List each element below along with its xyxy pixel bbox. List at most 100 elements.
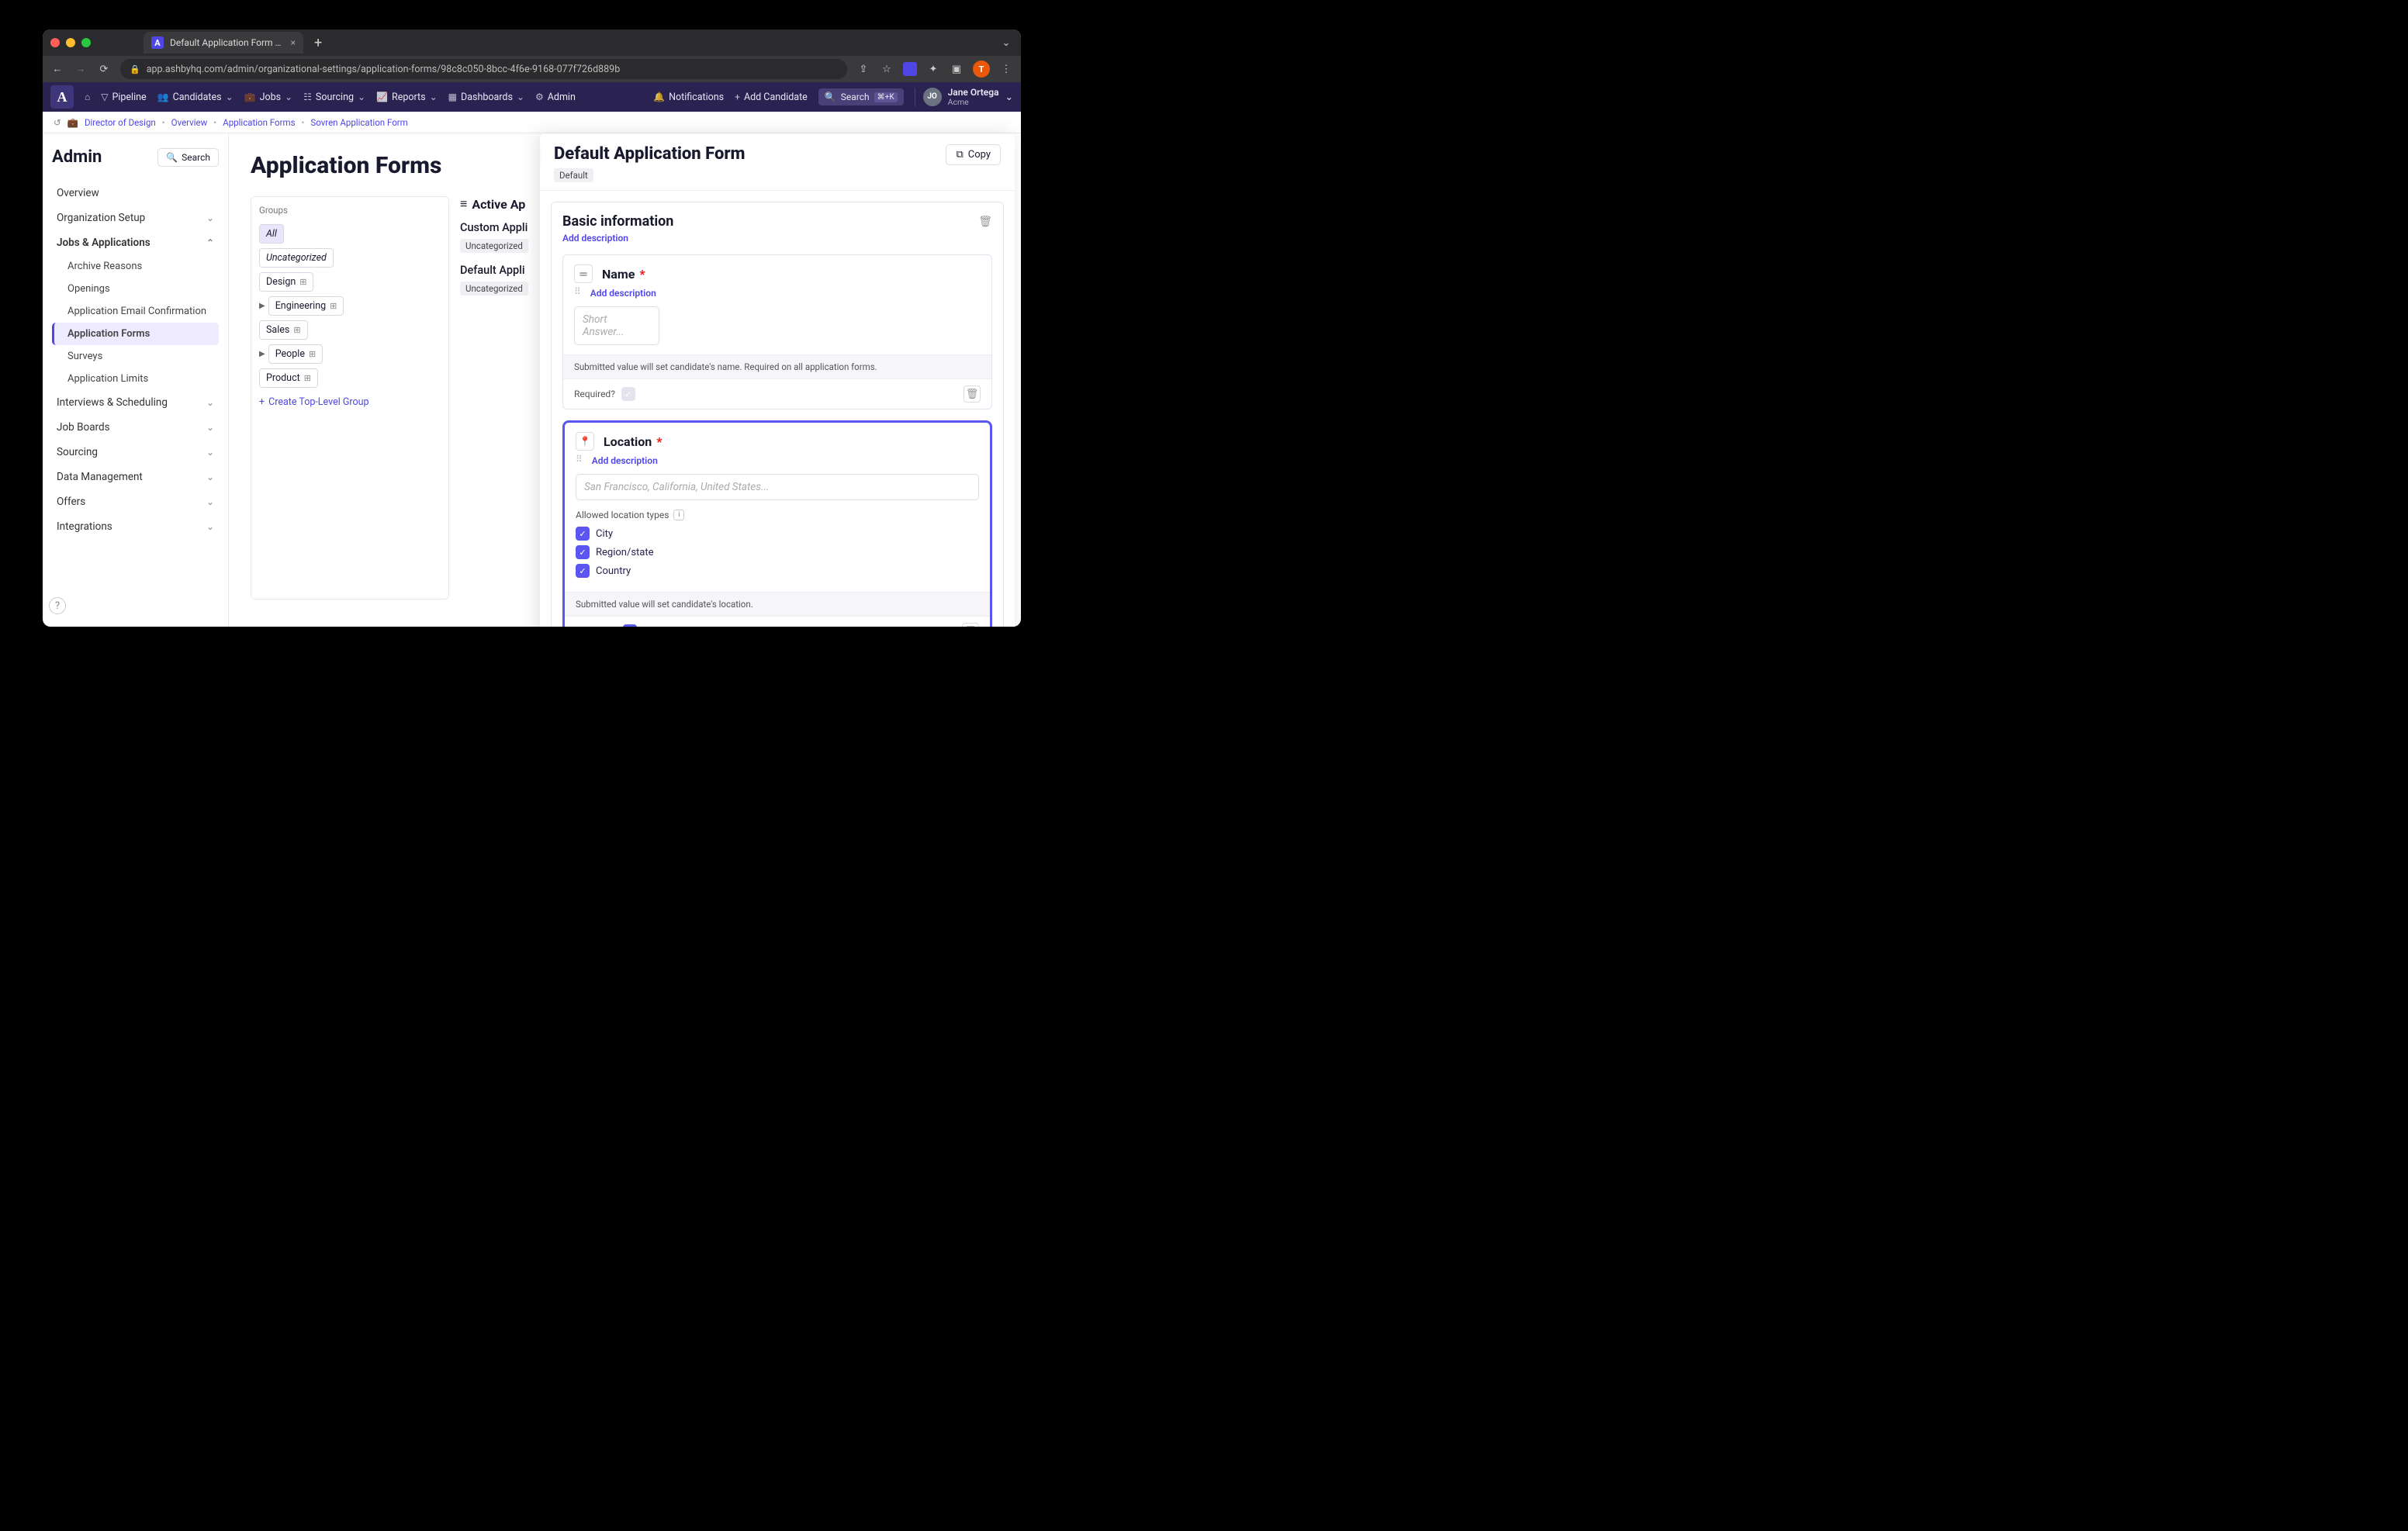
search-kbd: ⌘+K [874, 92, 898, 102]
nav-candidates[interactable]: 👥Candidates⌄ [157, 92, 234, 103]
window-close[interactable] [50, 38, 60, 47]
chevron-down-icon: ⌄ [206, 521, 214, 532]
add-description-link[interactable]: Add description [562, 233, 992, 244]
required-label: Required? [576, 626, 617, 627]
form-row[interactable]: Default Appli Uncategorized [460, 264, 545, 295]
copy-icon: ⧉ [956, 149, 963, 161]
nav-reports[interactable]: 📈Reports⌄ [376, 92, 438, 103]
add-description-link[interactable]: Add description [592, 455, 658, 466]
sidebar-sub-email-confirm[interactable]: Application Email Confirmation [52, 300, 219, 323]
org-icon: ⊞ [330, 301, 337, 311]
add-description-link[interactable]: Add description [590, 288, 656, 299]
global-search[interactable]: 🔍 Search ⌘+K [818, 88, 904, 105]
sidebar-item-org-setup[interactable]: Organization Setup⌄ [52, 206, 219, 230]
chevron-down-icon: ⌄ [206, 496, 214, 507]
caret-icon[interactable]: ▶ [259, 302, 265, 310]
extension-icon[interactable] [903, 62, 917, 76]
window-zoom[interactable] [81, 38, 91, 47]
group-pill[interactable]: Sales⊞ [259, 320, 308, 340]
nav-jobs[interactable]: 💼Jobs⌄ [244, 92, 293, 103]
name-input[interactable]: Short Answer... [574, 306, 659, 345]
checkbox-country[interactable]: ✓Country [576, 564, 979, 578]
trash-icon[interactable]: 🗑 [978, 216, 992, 228]
back-icon[interactable]: ← [50, 63, 64, 75]
search-icon: 🔍 [166, 152, 178, 163]
drag-handle-icon[interactable]: ⠿ [574, 286, 581, 297]
briefcase-icon: 💼 [67, 117, 78, 128]
delete-field-button[interactable]: 🗑 [962, 623, 979, 627]
info-icon[interactable]: i [673, 510, 684, 520]
chevron-down-icon[interactable]: ⌄ [999, 37, 1013, 49]
form-row[interactable]: Custom Appli Uncategorized [460, 221, 545, 253]
nav-dashboards[interactable]: ▦Dashboards⌄ [448, 92, 524, 103]
group-pill[interactable]: People⊞ [268, 344, 323, 364]
home-icon[interactable]: ⌂ [85, 92, 90, 102]
group-pill[interactable]: Uncategorized [259, 248, 334, 268]
sidebar-sub-app-forms[interactable]: Application Forms [52, 323, 219, 345]
notifications-button[interactable]: 🔔Notifications [653, 92, 724, 103]
sidebar-sub-openings[interactable]: Openings [52, 278, 219, 300]
group-pill[interactable]: Design⊞ [259, 272, 313, 292]
sidebar-search-button[interactable]: 🔍 Search [157, 148, 219, 167]
crumb-link[interactable]: Application Forms [223, 117, 295, 128]
nav-sourcing[interactable]: ☷Sourcing⌄ [303, 92, 365, 103]
share-icon[interactable]: ⇪ [856, 64, 870, 75]
app-logo[interactable]: A [50, 85, 74, 109]
field-hint: Submitted value will set candidate's loc… [565, 592, 990, 616]
user-menu[interactable]: JO Jane Ortega Acme ⌄ [915, 88, 1013, 107]
active-forms-heading: ≡Active Ap [460, 196, 545, 212]
delete-field-button[interactable]: 🗑 [964, 385, 981, 403]
sidebar-item-job-boards[interactable]: Job Boards⌄ [52, 415, 219, 440]
forward-icon[interactable]: → [74, 63, 88, 75]
required-toggle[interactable]: ✓ [621, 387, 635, 401]
more-icon[interactable]: ⋮ [999, 64, 1013, 75]
check-icon: ✓ [576, 545, 590, 559]
field-name: ＝ Name* ⠿ Add description Short Answer..… [562, 254, 992, 410]
group-pill[interactable]: Engineering⊞ [268, 296, 344, 316]
create-group-link[interactable]: +Create Top-Level Group [259, 396, 441, 408]
puzzle-icon[interactable]: ✦ [926, 64, 940, 75]
sidebar-item-overview[interactable]: Overview [52, 181, 219, 206]
sidebar-item-interviews[interactable]: Interviews & Scheduling⌄ [52, 390, 219, 415]
drag-handle-icon[interactable]: ⠿ [576, 454, 583, 465]
section-basic-info: Basic information 🗑 Add description ＝ Na… [551, 202, 1004, 627]
required-toggle[interactable]: ✓ [623, 624, 637, 627]
nav-pipeline[interactable]: ▽Pipeline [101, 92, 146, 103]
crumb-link[interactable]: Director of Design [85, 117, 156, 128]
sidebar-sub-archive[interactable]: Archive Reasons [52, 255, 219, 278]
sidebar-item-offers[interactable]: Offers⌄ [52, 489, 219, 514]
help-button[interactable]: ? [49, 597, 66, 614]
sidebar-item-sourcing[interactable]: Sourcing⌄ [52, 440, 219, 465]
app-nav: A ⌂ ▽Pipeline 👥Candidates⌄ 💼Jobs⌄ ☷Sourc… [43, 82, 1021, 112]
sidebar-item-integrations[interactable]: Integrations⌄ [52, 514, 219, 539]
group-pill[interactable]: Product⊞ [259, 368, 318, 388]
window-minimize[interactable] [66, 38, 75, 47]
chevron-down-icon: ⌄ [206, 397, 214, 408]
sidebar-item-data[interactable]: Data Management⌄ [52, 465, 219, 489]
chevron-down-icon: ⌄ [206, 472, 214, 482]
sidebar-sub-surveys[interactable]: Surveys [52, 345, 219, 368]
caret-icon[interactable]: ▶ [259, 350, 265, 358]
browser-tab[interactable]: A Default Application Form Applic × [144, 32, 303, 54]
checkbox-region[interactable]: ✓Region/state [576, 545, 979, 559]
history-icon[interactable]: ↺ [54, 117, 61, 128]
location-input[interactable]: San Francisco, California, United States… [576, 474, 979, 500]
add-candidate-button[interactable]: +Add Candidate [735, 92, 808, 103]
panel-icon[interactable]: ▣ [950, 64, 964, 75]
lock-icon: 🔒 [130, 64, 140, 74]
chart-icon: 📈 [376, 92, 388, 102]
reload-icon[interactable]: ⟳ [97, 64, 111, 75]
tab-close-icon[interactable]: × [291, 37, 296, 48]
star-icon[interactable]: ☆ [880, 64, 894, 75]
sidebar-item-jobs-apps[interactable]: Jobs & Applications⌃ [52, 230, 219, 255]
copy-button[interactable]: ⧉Copy [946, 144, 1001, 165]
url-bar[interactable]: 🔒 app.ashbyhq.com/admin/organizational-s… [120, 59, 847, 79]
nav-admin[interactable]: ⚙Admin [535, 92, 576, 103]
crumb-link[interactable]: Sovren Application Form [310, 117, 407, 128]
crumb-link[interactable]: Overview [171, 117, 208, 128]
sidebar-sub-limits[interactable]: Application Limits [52, 368, 219, 390]
group-pill-all[interactable]: All [259, 224, 284, 244]
checkbox-city[interactable]: ✓City [576, 527, 979, 541]
profile-avatar[interactable]: T [973, 60, 990, 78]
new-tab-button[interactable]: + [310, 35, 327, 51]
